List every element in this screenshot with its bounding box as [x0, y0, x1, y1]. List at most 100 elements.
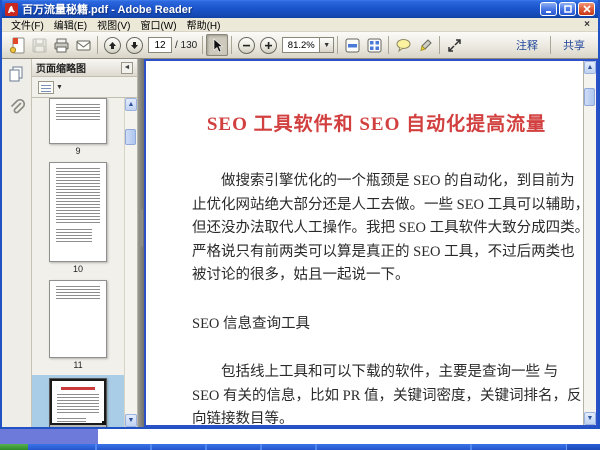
selected-thumbnail-block: 12	[32, 375, 124, 427]
toolbar-separator	[550, 36, 551, 54]
open-document-button[interactable]	[6, 34, 28, 56]
zoom-out-button[interactable]	[235, 34, 257, 56]
zoom-level-control: 81.2% ▼	[282, 37, 335, 53]
pdf-text-line: 但还没办法取代人工操作。我把 SEO 工具软件大致分成四类。	[192, 220, 583, 236]
select-tool-icon	[213, 37, 224, 52]
pdf-page-content: SEO 工具软件和 SEO 自动化提高流量 做搜索引擎优化的一个瓶颈是 SEO …	[192, 61, 583, 425]
toolbar-separator	[439, 36, 441, 54]
share-link[interactable]: 共享	[554, 37, 594, 53]
thumbnail-text-lines	[56, 168, 100, 224]
select-tool-button[interactable]	[206, 34, 229, 56]
thumbnails-list: 9 10 11	[32, 98, 124, 427]
previous-page-button[interactable]	[101, 34, 123, 56]
toolbar-right-links: 注释 共享	[507, 36, 594, 54]
thumbnail-page-12-selected[interactable]	[49, 378, 107, 427]
start-button-fragment[interactable]	[0, 444, 28, 450]
thumbnails-scroll-area: 9 10 11 ▲ ▼	[32, 97, 137, 427]
document-scroll-track[interactable]	[584, 74, 596, 412]
document-scroll-thumb[interactable]	[584, 88, 595, 106]
pdf-text-line: 被讨论的很多，姑且一起说一下。	[192, 267, 410, 283]
maximize-button[interactable]	[559, 2, 576, 16]
minimize-button[interactable]	[540, 2, 557, 16]
sidebar-splitter[interactable]	[138, 59, 144, 427]
sidebar-scrollbar[interactable]: ▲ ▼	[124, 98, 137, 427]
thumbnail-label-9: 9	[75, 146, 81, 156]
attachments-tab[interactable]	[7, 97, 27, 117]
taskbar-divider	[260, 444, 262, 450]
pdf-text-line: 止优化网站绝大部分还是人工去做。一些 SEO 工具可以辅助，	[192, 196, 583, 213]
thumbnail-page-9[interactable]	[49, 98, 107, 144]
thumbnails-sidebar: 页面缩略图 ◄ ▼ 9 10 11 ▲ ▼	[32, 59, 138, 427]
highlight-text-button[interactable]	[414, 34, 436, 56]
scroll-down-icon[interactable]: ▼	[125, 414, 137, 427]
next-page-icon	[125, 36, 143, 54]
sidebar-scroll-thumb[interactable]	[125, 129, 136, 145]
sticky-note-icon	[396, 38, 411, 52]
splitter-handle[interactable]	[139, 209, 143, 247]
menu-view[interactable]: 视图(V)	[92, 17, 135, 32]
thumbnail-outside-viewport	[50, 425, 106, 427]
thumbnail-text-lines	[57, 394, 99, 415]
print-button[interactable]	[50, 34, 72, 56]
fit-page-button[interactable]	[363, 34, 385, 56]
zoom-in-icon	[259, 36, 277, 54]
chevron-down-icon[interactable]: ▼	[56, 84, 63, 91]
adobe-reader-window: 百万流量秘籍.pdf - Adobe Reader 文件(F) 编辑(E) 视图…	[0, 0, 600, 429]
thumbnail-page-11[interactable]	[49, 280, 107, 358]
toolbar-separator	[202, 36, 204, 54]
main-area: 页面缩略图 ◄ ▼ 9 10 11 ▲ ▼ SEO 工具软件和 SEO 自动化提…	[2, 59, 598, 427]
document-scrollbar[interactable]: ▲ ▼	[583, 61, 596, 425]
background-window-fragment	[0, 429, 98, 444]
pdf-text-line: 做搜索引擎优化的一个瓶颈是 SEO 的自动化，到目前为	[221, 173, 575, 189]
collapse-panel-button[interactable]: ◄	[121, 61, 133, 74]
page-number-input[interactable]	[148, 37, 172, 53]
taskbar-divider	[315, 444, 317, 450]
thumbnail-text-lines	[56, 104, 100, 122]
sticky-note-button[interactable]	[392, 34, 414, 56]
pdf-text-line: 严格说只有前两类可以算是真正的 SEO 工具，不过后两类也	[192, 243, 575, 260]
comments-link[interactable]: 注释	[507, 37, 547, 53]
fit-width-button[interactable]	[341, 34, 363, 56]
fullscreen-icon	[448, 38, 461, 52]
sidebar-scroll-track[interactable]	[125, 111, 137, 414]
save-icon	[32, 38, 46, 52]
close-document-icon[interactable]: ×	[580, 19, 594, 30]
menu-edit[interactable]: 编辑(E)	[49, 17, 92, 32]
page-count-label: / 130	[175, 39, 198, 51]
zoom-dropdown-button[interactable]: ▼	[320, 37, 335, 53]
taskbar[interactable]	[0, 444, 600, 450]
email-button[interactable]	[72, 34, 94, 56]
zoom-in-button[interactable]	[257, 34, 279, 56]
taskbar-divider	[470, 444, 472, 450]
highlight-text-icon	[420, 38, 432, 51]
pdf-page: SEO 工具软件和 SEO 自动化提高流量 做搜索引擎优化的一个瓶颈是 SEO …	[146, 61, 583, 425]
scroll-up-icon[interactable]: ▲	[584, 61, 596, 74]
thumbnail-label-10: 10	[72, 264, 83, 274]
next-page-button[interactable]	[123, 34, 145, 56]
title-bar[interactable]: 百万流量秘籍.pdf - Adobe Reader	[2, 0, 598, 18]
email-icon	[76, 40, 90, 50]
menu-bar: 文件(F) 编辑(E) 视图(V) 窗口(W) 帮助(H) ×	[2, 18, 598, 32]
panel-header: 页面缩略图 ◄	[32, 59, 137, 77]
close-button[interactable]	[578, 2, 595, 16]
menu-window[interactable]: 窗口(W)	[135, 17, 181, 32]
fit-width-icon	[345, 38, 360, 52]
page-thumbnails-tab[interactable]	[7, 63, 27, 83]
save-button[interactable]	[28, 34, 50, 56]
menu-help[interactable]: 帮助(H)	[182, 17, 226, 32]
navigation-strip	[2, 59, 32, 427]
zoom-level-value[interactable]: 81.2%	[282, 37, 321, 53]
adobe-pdf-icon	[5, 2, 18, 16]
taskbar-divider	[150, 444, 152, 450]
visible-area-viewport[interactable]	[50, 379, 106, 425]
scroll-up-icon[interactable]: ▲	[125, 98, 137, 111]
thumbnail-options-icon[interactable]	[38, 80, 54, 94]
taskbar-divider	[95, 444, 97, 450]
menu-file[interactable]: 文件(F)	[6, 17, 49, 32]
scroll-down-icon[interactable]: ▼	[584, 412, 596, 425]
fullscreen-button[interactable]	[443, 34, 465, 56]
page-thumbnails-icon	[9, 66, 23, 81]
thumbnail-text-lines	[57, 418, 86, 423]
thumbnail-page-10[interactable]	[49, 162, 107, 262]
print-icon	[54, 38, 68, 52]
